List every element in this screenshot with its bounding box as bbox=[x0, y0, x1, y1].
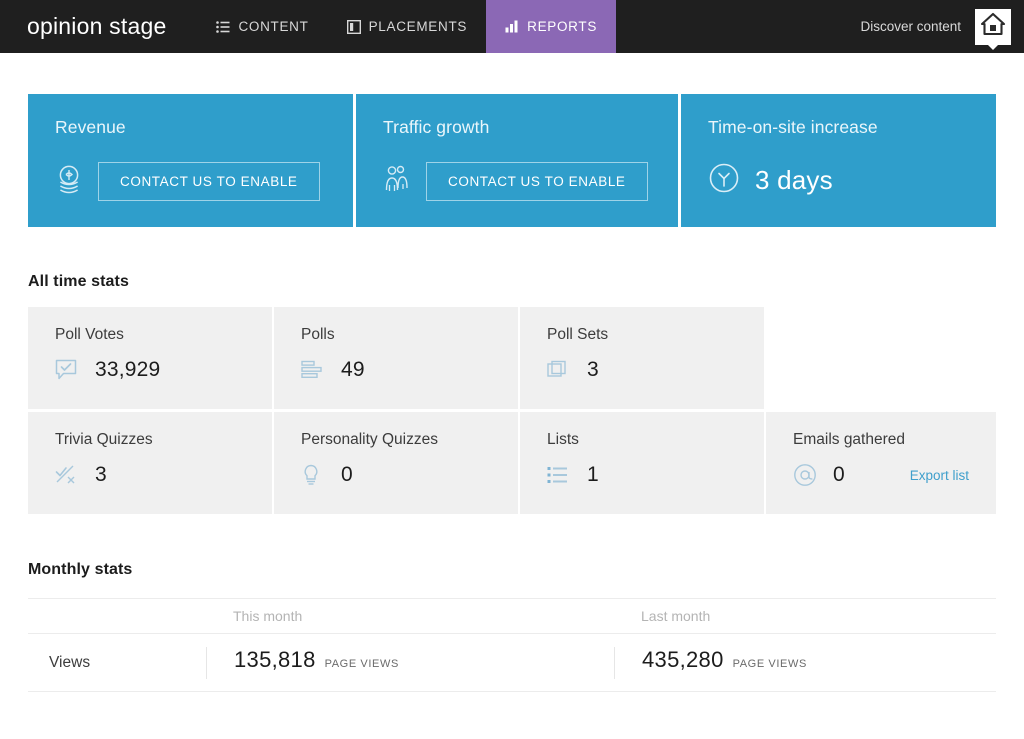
main-nav: CONTENT PLACEMENTS REPORTS bbox=[197, 0, 616, 53]
monthly-value-views-this-month: 135,818 bbox=[234, 647, 316, 673]
all-time-stats-title: All time stats bbox=[28, 273, 996, 291]
nav-item-reports-label: REPORTS bbox=[527, 19, 597, 34]
list-icon bbox=[216, 21, 230, 33]
monthly-stats-row-views: Views 135,818 PAGE VIEWS 435,280 PAGE VI… bbox=[28, 634, 996, 692]
stat-value-personality-quizzes: 0 bbox=[341, 463, 353, 487]
stat-value-polls: 49 bbox=[341, 358, 365, 382]
monthly-unit-views-last-month: PAGE VIEWS bbox=[733, 658, 807, 670]
discover-content-link[interactable]: Discover content bbox=[860, 19, 961, 34]
promo-card-revenue: Revenue CONTACT US TO ENABLE bbox=[28, 94, 353, 227]
stat-cell-emails-gathered: Emails gathered 0 Export list bbox=[766, 412, 996, 514]
monthly-row-label-views: Views bbox=[28, 654, 206, 672]
header-right-actions: Discover content bbox=[860, 0, 1024, 53]
stat-value-emails-gathered: 0 bbox=[833, 463, 845, 487]
monthly-unit-views-this-month: PAGE VIEWS bbox=[325, 658, 399, 670]
bar-chart-icon bbox=[505, 20, 519, 33]
lightbulb-icon bbox=[301, 464, 327, 486]
promo-card-time-on-site: Time-on-site increase 3 days bbox=[681, 94, 996, 227]
clock-icon bbox=[708, 162, 740, 199]
promo-card-traffic-growth-title: Traffic growth bbox=[383, 117, 653, 138]
stat-cell-poll-votes: Poll Votes 33,929 bbox=[28, 307, 272, 409]
stat-cell-polls: Polls 49 bbox=[274, 307, 518, 409]
monthly-stats-table: This month Last month Views 135,818 PAGE… bbox=[28, 598, 996, 692]
stat-cell-poll-sets: Poll Sets 3 bbox=[520, 307, 764, 409]
stat-value-poll-votes: 33,929 bbox=[95, 358, 160, 382]
home-icon bbox=[980, 12, 1006, 41]
bullet-list-icon bbox=[547, 466, 573, 484]
monthly-cell-views-this-month: 135,818 PAGE VIEWS bbox=[206, 647, 614, 679]
promo-card-traffic-growth: Traffic growth CONTACT US TO ENABLE bbox=[356, 94, 678, 227]
contact-us-to-enable-traffic-button[interactable]: CONTACT US TO ENABLE bbox=[426, 162, 648, 201]
stat-label-emails-gathered: Emails gathered bbox=[793, 431, 996, 449]
stat-value-poll-sets: 3 bbox=[587, 358, 599, 382]
stat-label-poll-sets: Poll Sets bbox=[547, 326, 764, 344]
stacked-cards-icon bbox=[547, 359, 573, 381]
promo-cards-row: Revenue CONTACT US TO ENABLE Traffic gro… bbox=[28, 94, 996, 227]
people-group-icon bbox=[383, 164, 411, 199]
stat-cell-lists: Lists 1 bbox=[520, 412, 764, 514]
monthly-stats-header-row: This month Last month bbox=[28, 598, 996, 634]
at-sign-icon bbox=[793, 463, 819, 487]
monthly-value-views-last-month: 435,280 bbox=[642, 647, 724, 673]
monthly-header-this-month: This month bbox=[206, 608, 614, 624]
chevron-down-icon bbox=[987, 44, 999, 50]
home-button[interactable] bbox=[975, 9, 1011, 45]
logo[interactable]: opinion stage bbox=[0, 0, 176, 53]
stat-cell-trivia-quizzes: Trivia Quizzes 3 bbox=[28, 412, 272, 514]
logo-text: opinion stage bbox=[27, 13, 166, 40]
monthly-cell-views-last-month: 435,280 PAGE VIEWS bbox=[614, 647, 996, 679]
promo-card-revenue-title: Revenue bbox=[55, 117, 328, 138]
stat-value-trivia-quizzes: 3 bbox=[95, 463, 107, 487]
page-content: Revenue CONTACT US TO ENABLE Traffic gro… bbox=[0, 94, 1024, 692]
poll-bars-icon bbox=[301, 360, 327, 380]
stat-cell-personality-quizzes: Personality Quizzes 0 bbox=[274, 412, 518, 514]
nav-item-reports[interactable]: REPORTS bbox=[486, 0, 616, 53]
nav-item-content[interactable]: CONTENT bbox=[197, 0, 327, 53]
all-time-stats-grid: Poll Votes 33,929 Polls bbox=[28, 307, 996, 514]
coin-stack-icon bbox=[55, 164, 83, 199]
stat-value-lists: 1 bbox=[587, 463, 599, 487]
monthly-header-last-month: Last month bbox=[614, 608, 996, 624]
stat-label-poll-votes: Poll Votes bbox=[55, 326, 272, 344]
nav-item-placements[interactable]: PLACEMENTS bbox=[328, 0, 487, 53]
speech-bubble-check-icon bbox=[55, 359, 81, 381]
stat-cell-empty bbox=[766, 307, 996, 409]
layout-panel-icon bbox=[347, 20, 361, 34]
check-cross-icon bbox=[55, 464, 81, 486]
contact-us-to-enable-revenue-button[interactable]: CONTACT US TO ENABLE bbox=[98, 162, 320, 201]
promo-card-time-on-site-value: 3 days bbox=[755, 165, 833, 196]
nav-item-placements-label: PLACEMENTS bbox=[369, 19, 468, 34]
monthly-stats-title: Monthly stats bbox=[28, 561, 996, 579]
nav-item-content-label: CONTENT bbox=[238, 19, 308, 34]
stat-label-trivia-quizzes: Trivia Quizzes bbox=[55, 431, 272, 449]
promo-card-time-on-site-title: Time-on-site increase bbox=[708, 117, 971, 138]
top-navigation-bar: opinion stage CONTENT bbox=[0, 0, 1024, 53]
stat-label-lists: Lists bbox=[547, 431, 764, 449]
export-list-link[interactable]: Export list bbox=[910, 468, 969, 483]
stat-label-polls: Polls bbox=[301, 326, 518, 344]
stat-label-personality-quizzes: Personality Quizzes bbox=[301, 431, 518, 449]
